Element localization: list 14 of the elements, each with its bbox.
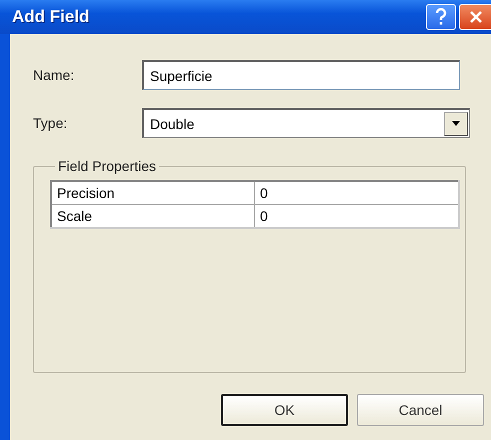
property-name-cell: Precision [51, 181, 254, 204]
type-dropdown[interactable]: Double [142, 108, 470, 138]
help-button[interactable] [426, 4, 456, 30]
dropdown-arrow-icon [452, 121, 460, 126]
close-icon [468, 10, 482, 24]
window-title: Add Field [12, 7, 90, 27]
close-button[interactable] [459, 4, 491, 30]
dialog-button[interactable]: OK [221, 394, 348, 426]
name-label: Name: [33, 67, 76, 83]
group-title: Field Properties [57, 158, 158, 174]
type-label: Type: [33, 115, 68, 131]
name-input[interactable]: Superficie [142, 60, 460, 90]
dialog-button[interactable]: Cancel [357, 394, 484, 426]
help-icon [435, 8, 447, 26]
